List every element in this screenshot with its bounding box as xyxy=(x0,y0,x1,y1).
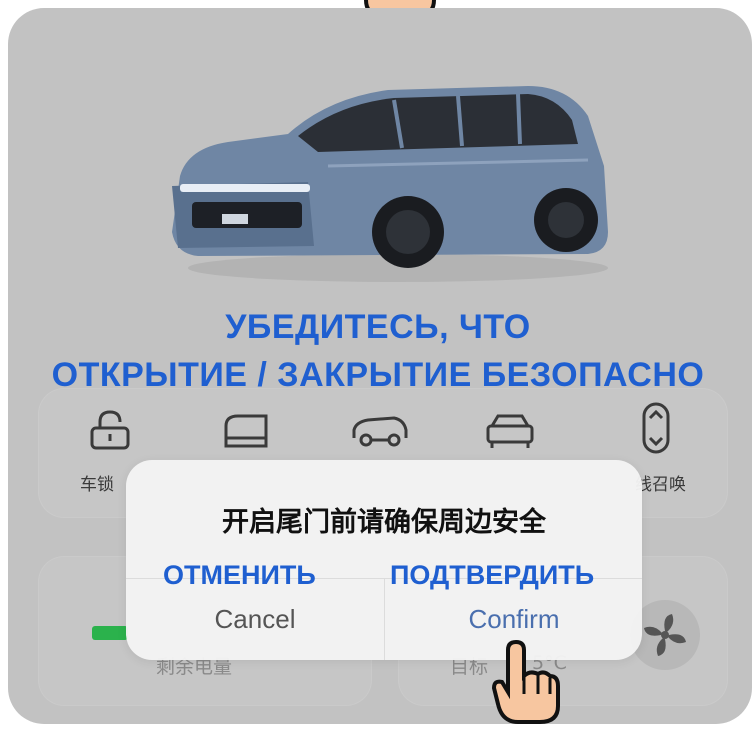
lock-control[interactable] xyxy=(80,410,140,450)
dialog-message: 开启尾门前请确保周边安全 xyxy=(222,507,546,538)
warning-line-2: ОТКРЫТИЕ / ЗАКРЫТИЕ БЕЗОПАСНО xyxy=(51,356,705,394)
confirm-translation: ПОДТВЕРДИТЬ xyxy=(390,560,595,590)
window-icon xyxy=(224,414,268,448)
summon-control[interactable] xyxy=(626,402,686,454)
cancel-translation: ОТМЕНИТЬ xyxy=(163,560,316,590)
warning-line-1: УБЕДИТЕСЬ, ЧТО xyxy=(225,308,531,346)
pointing-hand-icon xyxy=(491,640,560,724)
car-side-icon xyxy=(352,416,408,447)
window-control[interactable] xyxy=(216,410,276,450)
summon-label: 线召唤 xyxy=(635,475,686,495)
car-front-icon xyxy=(486,414,534,448)
trunk-control[interactable] xyxy=(480,410,540,450)
lock-label: 车锁 xyxy=(80,475,114,495)
lock-icon xyxy=(90,410,130,450)
summon-icon xyxy=(642,402,670,454)
tailgate-control[interactable] xyxy=(350,410,410,450)
car-image xyxy=(172,86,608,282)
battery-bar xyxy=(92,626,128,640)
